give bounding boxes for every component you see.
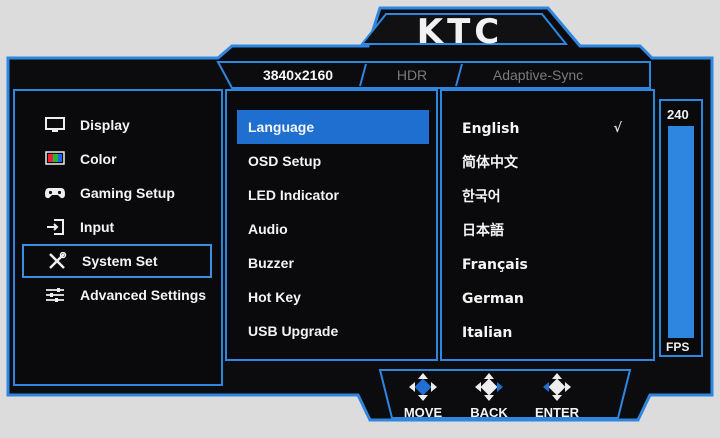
status-resolution: 3840x2160 bbox=[262, 67, 334, 83]
nav-hint-back: BACK bbox=[454, 372, 524, 420]
fps-value: 240 bbox=[667, 107, 689, 122]
dpad-move-icon bbox=[409, 373, 437, 401]
nav-label: ENTER bbox=[534, 405, 580, 420]
nav-label: BACK bbox=[470, 405, 508, 420]
status-hdr: HDR bbox=[396, 67, 428, 83]
menu-item-color[interactable]: Color bbox=[20, 142, 220, 176]
submenu-item-audio[interactable]: Audio bbox=[237, 212, 429, 246]
language-option-italian[interactable]: Italian bbox=[462, 316, 632, 350]
fps-level-bar bbox=[668, 126, 694, 338]
fps-unit: FPS bbox=[666, 340, 690, 354]
language-option-japanese[interactable]: 日本語 bbox=[462, 214, 632, 248]
main-menu: Display Color Gaming Setup Input System … bbox=[20, 108, 220, 312]
menu-item-input[interactable]: Input bbox=[20, 210, 220, 244]
input-arrow-icon bbox=[44, 218, 66, 236]
nav-hint-move: MOVE bbox=[388, 372, 458, 420]
dpad-enter-icon bbox=[543, 373, 571, 401]
brand-logo: KTC bbox=[416, 12, 504, 52]
menu-item-label: Input bbox=[80, 219, 115, 235]
osd-menu: KTC 3840x2160 HDR Adaptive-Sync Display … bbox=[0, 0, 720, 438]
language-option-simplified-chinese[interactable]: 简体中文 bbox=[462, 146, 632, 180]
status-adaptive-sync: Adaptive-Sync bbox=[492, 67, 584, 83]
monitor-icon bbox=[44, 116, 66, 134]
menu-item-label: Display bbox=[80, 117, 130, 133]
nav-label: MOVE bbox=[403, 405, 443, 420]
submenu-item-buzzer[interactable]: Buzzer bbox=[237, 246, 429, 280]
checkmark-icon: √ bbox=[613, 121, 622, 136]
menu-item-label: System Set bbox=[82, 253, 158, 269]
language-option-korean[interactable]: 한국어 bbox=[462, 180, 632, 214]
submenu-item-hot-key[interactable]: Hot Key bbox=[237, 280, 429, 314]
language-option-german[interactable]: German bbox=[462, 282, 632, 316]
menu-item-system-set[interactable]: System Set bbox=[22, 244, 212, 278]
sliders-icon bbox=[44, 286, 66, 304]
menu-item-advanced-settings[interactable]: Advanced Settings bbox=[20, 278, 220, 312]
gamepad-icon bbox=[44, 184, 66, 202]
menu-item-label: Color bbox=[80, 151, 117, 167]
language-option-french[interactable]: Français bbox=[462, 248, 632, 282]
option-label: English bbox=[462, 121, 520, 137]
color-palette-icon bbox=[44, 150, 66, 168]
dpad-back-icon bbox=[475, 373, 503, 401]
language-options: English √ 简体中文 한국어 日本語 Français German I… bbox=[462, 112, 632, 350]
submenu-item-usb-upgrade[interactable]: USB Upgrade bbox=[237, 314, 429, 348]
menu-item-display[interactable]: Display bbox=[20, 108, 220, 142]
nav-hint-enter: ENTER bbox=[522, 372, 592, 420]
menu-item-label: Advanced Settings bbox=[80, 287, 207, 303]
system-set-submenu: Language OSD Setup LED Indicator Audio B… bbox=[237, 110, 429, 348]
menu-item-gaming-setup[interactable]: Gaming Setup bbox=[20, 176, 220, 210]
submenu-item-language[interactable]: Language bbox=[237, 110, 429, 144]
wrench-screwdriver-icon bbox=[46, 252, 68, 270]
submenu-item-led-indicator[interactable]: LED Indicator bbox=[237, 178, 429, 212]
menu-item-label: Gaming Setup bbox=[80, 185, 175, 201]
submenu-item-osd-setup[interactable]: OSD Setup bbox=[237, 144, 429, 178]
language-option-english[interactable]: English √ bbox=[462, 112, 632, 146]
